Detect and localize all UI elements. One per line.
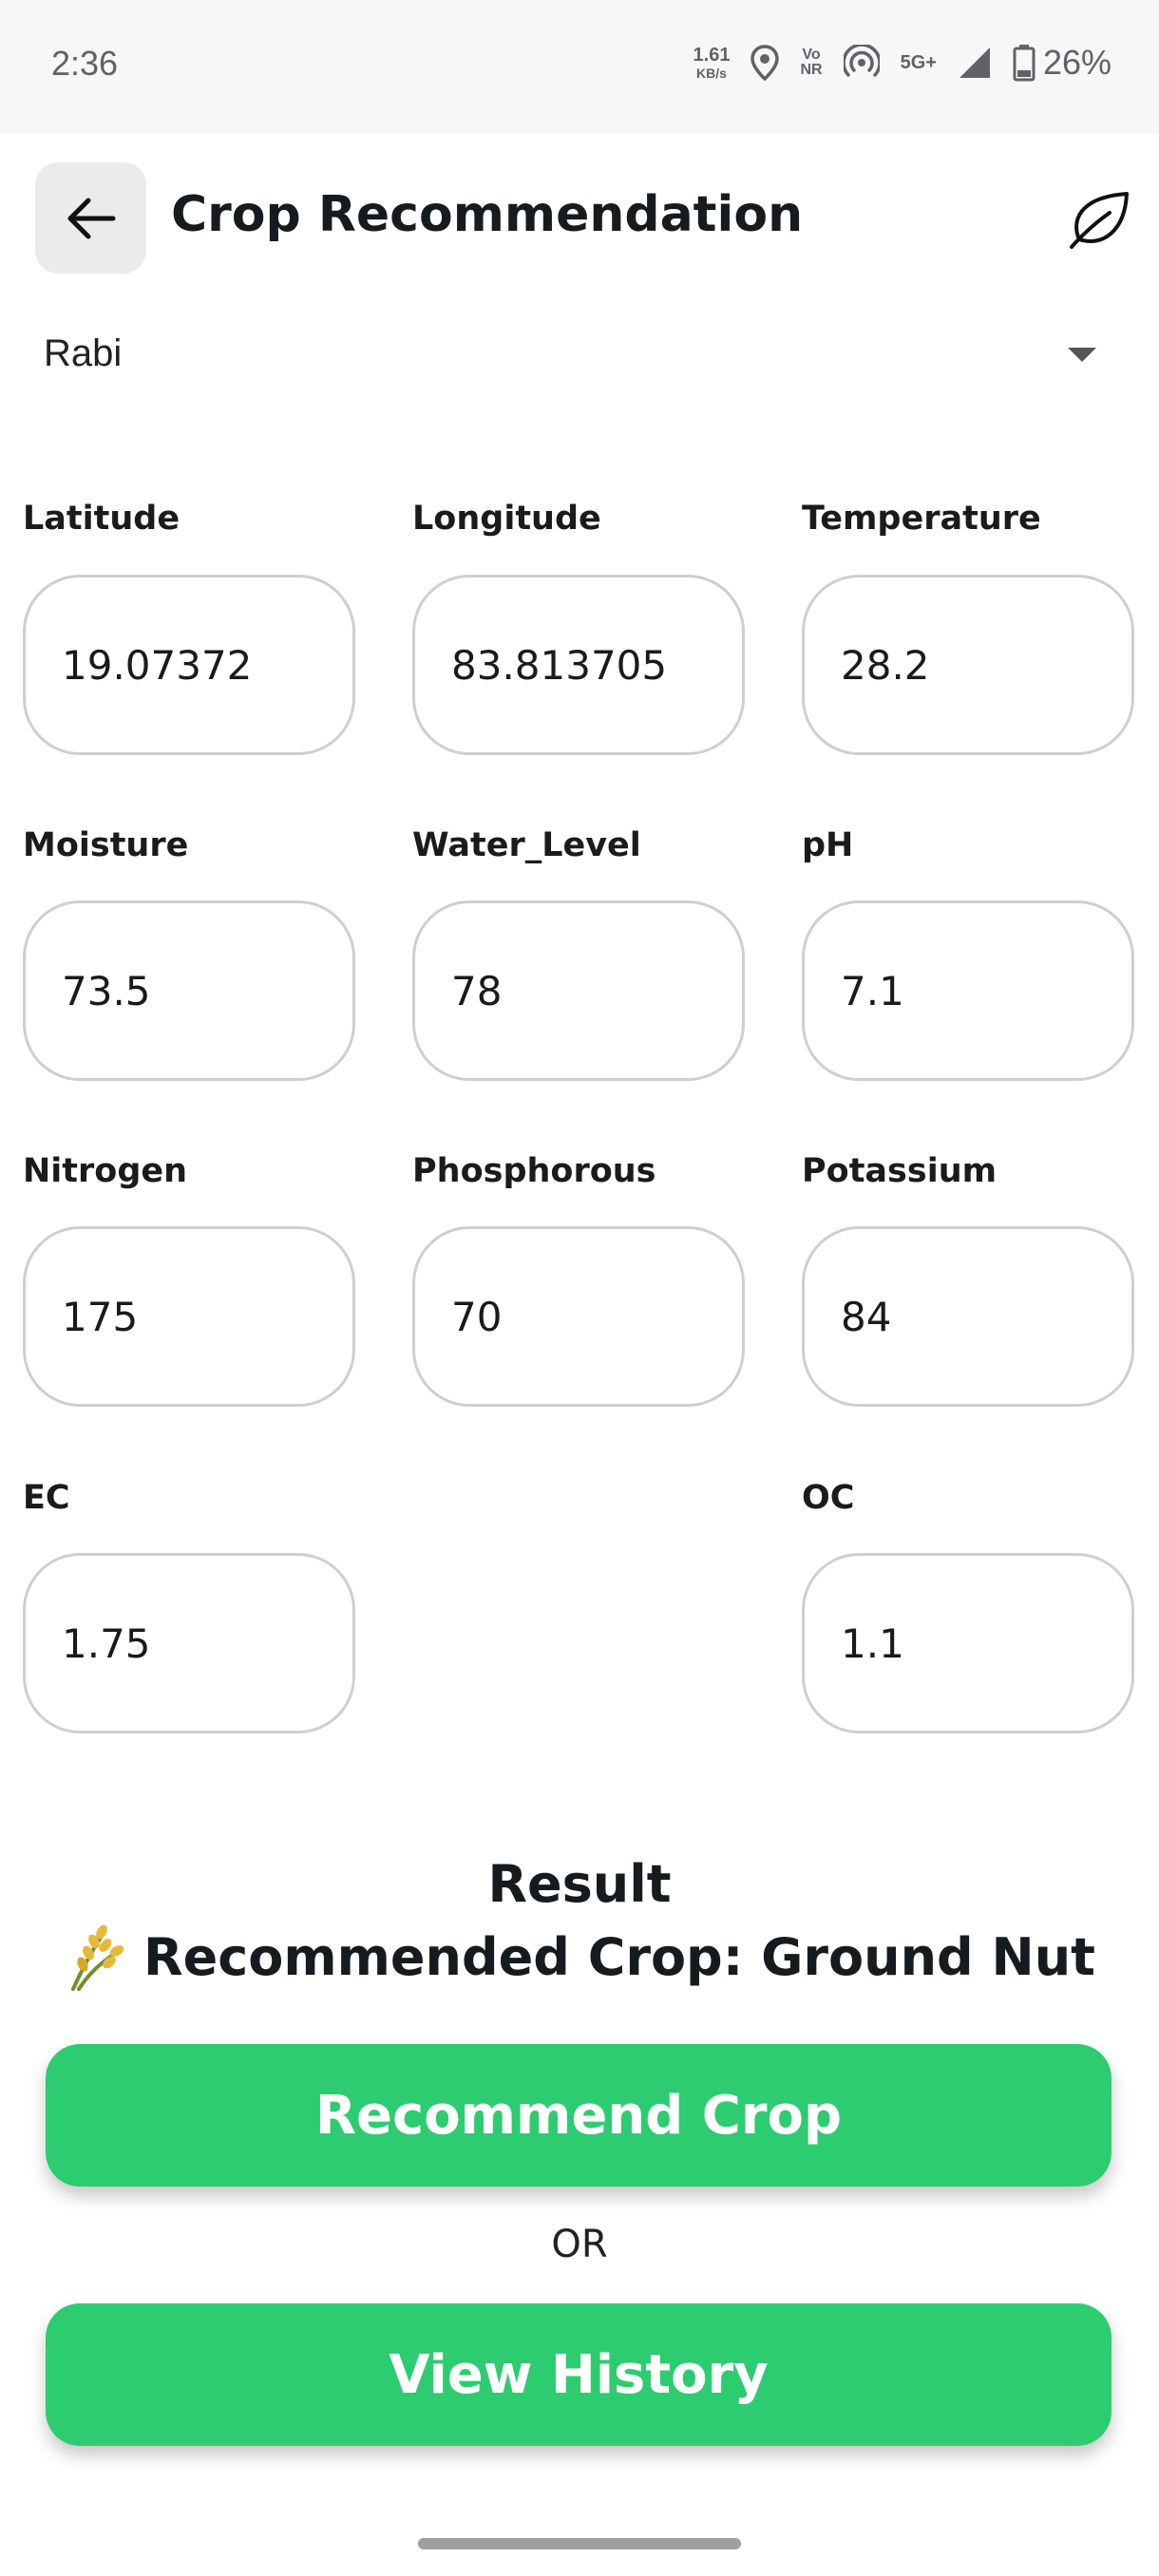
battery-icon xyxy=(1013,45,1036,82)
volte-indicator: Vo NR xyxy=(800,47,822,78)
leaf-icon[interactable] xyxy=(1066,184,1132,251)
oc-input[interactable] xyxy=(802,1553,1134,1733)
phosphorous-label: Phosphorous xyxy=(412,1152,656,1190)
ph-input[interactable] xyxy=(802,900,1134,1081)
network-speed: 1.61 KB/s xyxy=(694,46,731,80)
hotspot-icon xyxy=(843,45,880,77)
season-dropdown[interactable]: Rabi xyxy=(23,313,1115,399)
page-title: Crop Recommendation xyxy=(171,186,804,243)
battery-percentage: 26% xyxy=(1042,43,1112,82)
result-title: Result xyxy=(487,1854,672,1914)
temperature-label: Temperature xyxy=(802,500,1041,538)
view-history-button[interactable]: View History xyxy=(46,2303,1112,2446)
ec-label: EC xyxy=(23,1479,70,1517)
network-type: 5G+ xyxy=(900,52,937,73)
status-time: 2:36 xyxy=(51,44,119,83)
signal-icon xyxy=(959,47,990,78)
moisture-label: Moisture xyxy=(23,826,189,864)
longitude-label: Longitude xyxy=(412,500,601,538)
temperature-input[interactable] xyxy=(802,575,1134,755)
ph-label: pH xyxy=(802,826,854,864)
ec-input[interactable] xyxy=(23,1553,355,1733)
season-selected-value: Rabi xyxy=(44,332,123,374)
longitude-input[interactable] xyxy=(412,575,745,755)
recommended-crop-text: Recommended Crop: Ground Nut xyxy=(143,1926,1095,1987)
potassium-label: Potassium xyxy=(802,1152,998,1190)
water-level-label: Water_Level xyxy=(412,826,641,864)
network-speed-unit: KB/s xyxy=(696,66,727,81)
water-level-input[interactable] xyxy=(412,900,745,1081)
latitude-label: Latitude xyxy=(23,500,180,538)
home-indicator[interactable] xyxy=(418,2538,741,2549)
potassium-input[interactable] xyxy=(802,1226,1134,1407)
back-button[interactable] xyxy=(35,162,146,274)
nitrogen-label: Nitrogen xyxy=(23,1152,188,1190)
or-separator: OR xyxy=(551,2223,608,2266)
dropdown-arrow-icon xyxy=(1068,348,1096,362)
back-arrow-icon xyxy=(67,198,115,238)
status-bar: 2:36 1.61 KB/s Vo NR 5G+ 26% xyxy=(0,0,1159,133)
result-line: Recommended Crop: Ground Nut xyxy=(0,1923,1159,1991)
nitrogen-input[interactable] xyxy=(23,1226,355,1407)
latitude-input[interactable] xyxy=(23,575,355,755)
moisture-input[interactable] xyxy=(23,900,355,1081)
volte-top: Vo xyxy=(802,47,821,63)
phosphorous-input[interactable] xyxy=(412,1226,745,1407)
rice-icon xyxy=(71,1924,124,1991)
recommend-crop-button[interactable]: Recommend Crop xyxy=(46,2044,1112,2187)
status-icons: 1.61 KB/s Vo NR 5G+ 26% xyxy=(694,42,1112,84)
volte-bottom: NR xyxy=(800,62,823,78)
network-speed-value: 1.61 xyxy=(693,45,731,66)
location-icon xyxy=(750,45,780,81)
oc-label: OC xyxy=(802,1479,855,1517)
